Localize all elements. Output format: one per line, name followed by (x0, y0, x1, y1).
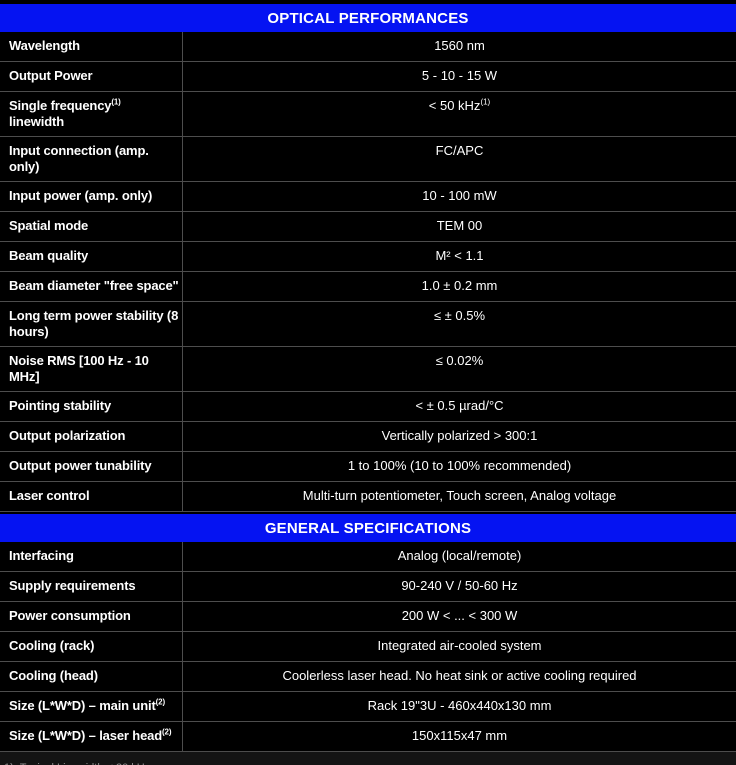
spec-label-cell: Cooling (rack) (0, 632, 183, 661)
spec-value-cell: ≤ 0.02% (183, 347, 736, 391)
spec-label-cell: Supply requirements (0, 572, 183, 601)
spec-label-cell: Noise RMS [100 Hz - 10 MHz] (0, 347, 183, 391)
spec-value-cell: 1560 nm (183, 32, 736, 61)
spec-value-cell: 10 - 100 mW (183, 182, 736, 211)
spec-label-cell: Wavelength (0, 32, 183, 61)
spec-row: Output Power5 - 10 - 15 W (0, 62, 736, 92)
spec-sheet-page: OPTICAL PERFORMANCES Wavelength1560 nmOu… (0, 0, 736, 765)
spec-row: Size (L*W*D) – laser head(2)150x115x47 m… (0, 722, 736, 752)
spec-value-cell: < 50 kHz(1) (183, 92, 736, 136)
spec-value-cell: < ± 0.5 µrad/°C (183, 392, 736, 421)
section-title: OPTICAL PERFORMANCES (267, 10, 468, 27)
spec-label-cell: Cooling (head) (0, 662, 183, 691)
spec-row: Beam diameter "free space"1.0 ± 0.2 mm (0, 272, 736, 302)
superscript-note-marker: (2) (156, 698, 165, 707)
spec-row: Input connection (amp. only)FC/APC (0, 137, 736, 182)
spec-row: Cooling (rack)Integrated air-cooled syst… (0, 632, 736, 662)
spec-value-cell: Multi-turn potentiometer, Touch screen, … (183, 482, 736, 511)
spec-value-cell: M² < 1.1 (183, 242, 736, 271)
spec-row: Pointing stability< ± 0.5 µrad/°C (0, 392, 736, 422)
spec-row: Size (L*W*D) – main unit(2)Rack 19"3U - … (0, 692, 736, 722)
spec-label-cell: Interfacing (0, 542, 183, 571)
spec-row: Supply requirements90-240 V / 50-60 Hz (0, 572, 736, 602)
spec-row: Output power tunability1 to 100% (10 to … (0, 452, 736, 482)
spec-value-cell: 90-240 V / 50-60 Hz (183, 572, 736, 601)
spec-label-cell: Laser control (0, 482, 183, 511)
spec-value-cell: Coolerless laser head. No heat sink or a… (183, 662, 736, 691)
spec-label-cell: Size (L*W*D) – main unit(2) (0, 692, 183, 721)
spec-row: InterfacingAnalog (local/remote) (0, 542, 736, 572)
optical-performances-table: Wavelength1560 nmOutput Power5 - 10 - 15… (0, 32, 736, 512)
section-header-optical-performances: OPTICAL PERFORMANCES (0, 4, 736, 32)
general-specifications-table: InterfacingAnalog (local/remote)Supply r… (0, 542, 736, 752)
spec-label-cell: Beam diameter "free space" (0, 272, 183, 301)
spec-value-cell: 200 W < ... < 300 W (183, 602, 736, 631)
spec-value-cell: 150x115x47 mm (183, 722, 736, 751)
spec-row: Beam qualityM² < 1.1 (0, 242, 736, 272)
spec-label-cell: Output power tunability (0, 452, 183, 481)
spec-value-cell: TEM 00 (183, 212, 736, 241)
superscript-note-marker: (1) (480, 98, 490, 107)
spec-row: Cooling (head)Coolerless laser head. No … (0, 662, 736, 692)
spec-row: Laser controlMulti-turn potentiometer, T… (0, 482, 736, 512)
spec-label-cell: Single frequency(1) linewidth (0, 92, 183, 136)
spec-value-cell: Integrated air-cooled system (183, 632, 736, 661)
spec-label-cell: Size (L*W*D) – laser head(2) (0, 722, 183, 751)
spec-value-cell: Analog (local/remote) (183, 542, 736, 571)
spec-row: Power consumption200 W < ... < 300 W (0, 602, 736, 632)
spec-row: Input power (amp. only)10 - 100 mW (0, 182, 736, 212)
spec-value-cell: FC/APC (183, 137, 736, 181)
spec-value-cell: Vertically polarized > 300:1 (183, 422, 736, 451)
spec-value-cell: ≤ ± 0.5% (183, 302, 736, 346)
section-header-general-specifications: GENERAL SPECIFICATIONS (0, 514, 736, 542)
spec-label-cell: Pointing stability (0, 392, 183, 421)
spec-value-cell: Rack 19"3U - 460x440x130 mm (183, 692, 736, 721)
superscript-note-marker: (1) (111, 98, 120, 107)
spec-label-cell: Long term power stability (8 hours) (0, 302, 183, 346)
spec-row: Single frequency(1) linewidth< 50 kHz(1) (0, 92, 736, 137)
spec-value-cell: 1.0 ± 0.2 mm (183, 272, 736, 301)
spec-label-cell: Power consumption (0, 602, 183, 631)
spec-label-cell: Output Power (0, 62, 183, 91)
spec-value-cell: 5 - 10 - 15 W (183, 62, 736, 91)
section-title: GENERAL SPECIFICATIONS (265, 520, 471, 537)
spec-row: Spatial modeTEM 00 (0, 212, 736, 242)
footnote-area: 1): Typical Linewidth < 30 kHz (0, 752, 736, 765)
spec-value-cell: 1 to 100% (10 to 100% recommended) (183, 452, 736, 481)
spec-row: Output polarizationVertically polarized … (0, 422, 736, 452)
spec-label-cell: Output polarization (0, 422, 183, 451)
spec-label-cell: Beam quality (0, 242, 183, 271)
spec-label-cell: Input power (amp. only) (0, 182, 183, 211)
spec-label-cell: Spatial mode (0, 212, 183, 241)
spec-row: Wavelength1560 nm (0, 32, 736, 62)
spec-row: Noise RMS [100 Hz - 10 MHz]≤ 0.02% (0, 347, 736, 392)
superscript-note-marker: (2) (162, 728, 171, 737)
spec-row: Long term power stability (8 hours)≤ ± 0… (0, 302, 736, 347)
spec-label-cell: Input connection (amp. only) (0, 137, 183, 181)
